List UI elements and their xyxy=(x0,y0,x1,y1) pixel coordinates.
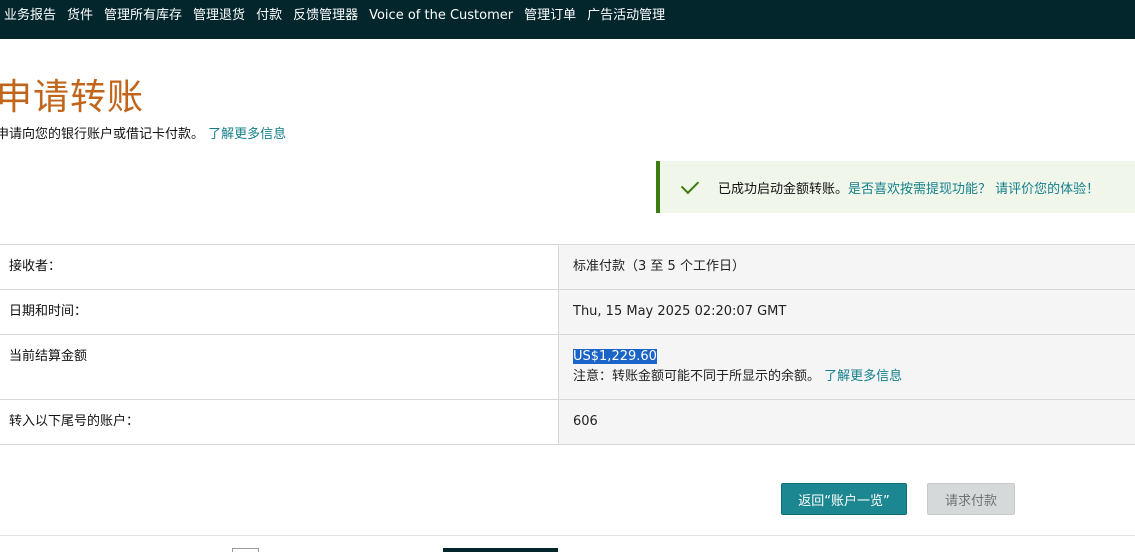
table-row: 接收者： 标准付款（3 至 5 个工作日） xyxy=(0,245,1135,290)
footer-element xyxy=(232,548,259,552)
action-bar: 返回“账户一览” 请求付款 xyxy=(0,444,1135,536)
request-payment-button: 请求付款 xyxy=(927,483,1015,515)
page-title: 申请转账 xyxy=(0,77,145,118)
balance-note: 注意：转账金额可能不同于所显示的余额。 xyxy=(573,369,821,384)
nav-business-reports[interactable]: 业务报告 xyxy=(4,0,63,32)
recipient-value: 标准付款（3 至 5 个工作日） xyxy=(558,245,1135,289)
nav-shipments[interactable]: 货件 xyxy=(67,0,100,32)
nav-payments[interactable]: 付款 xyxy=(256,0,289,32)
footer-bar xyxy=(443,548,558,552)
nav-voice-of-customer[interactable]: Voice of the Customer xyxy=(369,0,520,32)
learn-more-link[interactable]: 了解更多信息 xyxy=(208,127,286,142)
alert-message: 已成功启动金额转账。 xyxy=(718,181,849,197)
nav-manage-orders[interactable]: 管理订单 xyxy=(524,0,583,32)
recipient-label: 接收者： xyxy=(0,245,558,289)
subtitle-text: 申请向您的银行账户或借记卡付款。 xyxy=(0,127,205,142)
alert-message-wrap: 已成功启动金额转账。是否喜欢按需提现功能？ 请评价您的体验！ xyxy=(718,178,1099,197)
nav-feedback-manager[interactable]: 反馈管理器 xyxy=(293,0,365,32)
balance-learn-more-link[interactable]: 了解更多信息 xyxy=(824,369,902,384)
table-row: 当前结算金额 US$1,229.60 注意：转账金额可能不同于所显示的余额。 了… xyxy=(0,335,1135,400)
success-alert: 已成功启动金额转账。是否喜欢按需提现功能？ 请评价您的体验！ xyxy=(656,161,1135,213)
balance-value: US$1,229.60 xyxy=(573,349,657,364)
account-value: 606 xyxy=(558,400,1135,444)
checkmark-icon xyxy=(680,175,700,195)
datetime-value: Thu, 15 May 2025 02:20:07 GMT xyxy=(558,290,1135,334)
datetime-label: 日期和时间： xyxy=(0,290,558,334)
table-row: 转入以下尾号的账户： 606 xyxy=(0,400,1135,445)
back-to-account-summary-button[interactable]: 返回“账户一览” xyxy=(781,483,907,515)
balance-cell: US$1,229.60 注意：转账金额可能不同于所显示的余额。 了解更多信息 xyxy=(558,335,1135,399)
transfer-details-table: 接收者： 标准付款（3 至 5 个工作日） 日期和时间： Thu, 15 May… xyxy=(0,244,1135,445)
top-navigation: 业务报告 货件 管理所有库存 管理退货 付款 反馈管理器 Voice of th… xyxy=(0,0,1135,39)
nav-campaign-manager[interactable]: 广告活动管理 xyxy=(587,0,672,32)
page-subtitle: 申请向您的银行账户或借记卡付款。 了解更多信息 xyxy=(0,123,286,142)
rate-experience-link[interactable]: 是否喜欢按需提现功能？ 请评价您的体验！ xyxy=(848,182,1099,197)
balance-label: 当前结算金额 xyxy=(0,335,558,399)
table-row: 日期和时间： Thu, 15 May 2025 02:20:07 GMT xyxy=(0,290,1135,335)
account-label: 转入以下尾号的账户： xyxy=(0,400,558,444)
nav-manage-inventory[interactable]: 管理所有库存 xyxy=(104,0,189,32)
nav-manage-returns[interactable]: 管理退货 xyxy=(193,0,252,32)
